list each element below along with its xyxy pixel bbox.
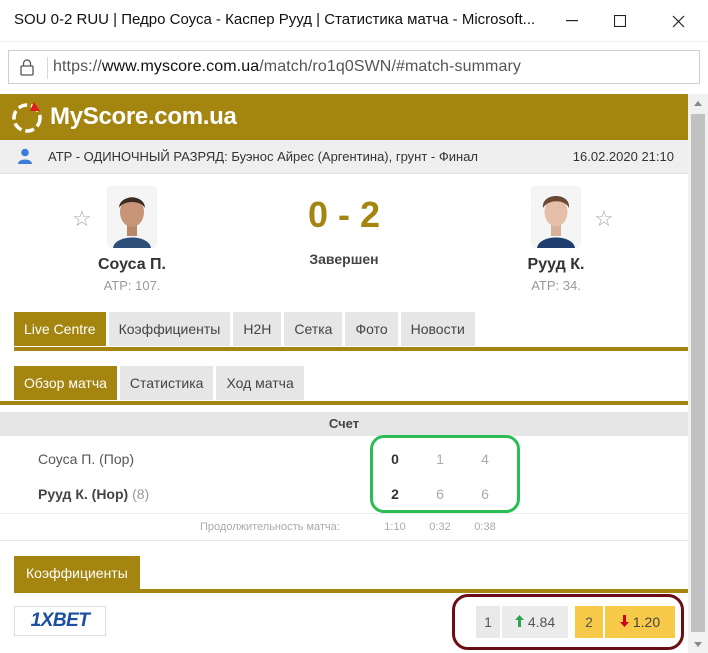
url-text: https://www.myscore.com.ua/match/ro1q0SW… (53, 58, 521, 75)
odds-section-tab[interactable]: Коэффициенты (14, 556, 140, 590)
maximize-button[interactable] (600, 6, 640, 36)
tab-live-centre[interactable]: Live Centre (14, 312, 106, 346)
address-bar: https://www.myscore.com.ua/match/ro1q0SW… (0, 42, 708, 94)
scoreboard-player-name[interactable]: Рууд К. (Нор) (8) (38, 486, 149, 502)
vertical-scrollbar[interactable] (688, 94, 708, 653)
score-highlight-annotation (370, 435, 520, 513)
player-seed: (8) (132, 486, 150, 502)
minimize-icon (566, 20, 578, 22)
tab-match-summary[interactable]: Обзор матча (14, 366, 117, 400)
duration-total: 1:10 (384, 521, 406, 533)
home-player-photo[interactable] (107, 186, 157, 248)
away-player: ☆ Рууд К. ATP: 34. (486, 186, 626, 293)
home-player: ☆ Соуса П. ATP: 107. (62, 186, 202, 293)
scoreboard-header: Счет (0, 412, 688, 436)
home-player-rank: ATP: 107. (103, 278, 161, 293)
scroll-down-icon[interactable] (688, 635, 708, 653)
scoreboard-row: Рууд К. (Нор) (8) 2 6 6 (0, 477, 688, 511)
scoreboard-row: Соуса П. (Пор) 0 1 4 (0, 442, 688, 476)
site-header: MyScore.com.ua (0, 94, 688, 140)
lock-icon (19, 58, 35, 81)
tournament-bar: ATP - ОДИНОЧНЫЙ РАЗРЯД: Буэнос Айрес (Ар… (0, 140, 688, 174)
close-button[interactable] (658, 6, 698, 36)
person-icon (18, 148, 32, 169)
duration-set2: 0:38 (474, 521, 496, 533)
away-player-photo[interactable] (531, 186, 581, 248)
tab-news[interactable]: Новости (400, 312, 475, 346)
duration-set1: 0:32 (429, 521, 451, 533)
minimize-button[interactable] (552, 6, 592, 36)
close-icon (672, 15, 684, 27)
home-player-name[interactable]: Соуса П. (62, 256, 202, 274)
tournament-name[interactable]: ATP - ОДИНОЧНЫЙ РАЗРЯД: Буэнос Айрес (Ар… (48, 149, 478, 164)
tab-h2h[interactable]: H2H (233, 312, 282, 346)
favorite-star-icon[interactable]: ☆ (72, 206, 92, 232)
scoreboard-player-name[interactable]: Соуса П. (Пор) (38, 451, 134, 467)
page-content: MyScore.com.ua ATP - ОДИНОЧНЫЙ РАЗРЯД: Б… (0, 94, 688, 653)
tab-match-history[interactable]: Ход матча (216, 366, 304, 400)
favorite-star-icon[interactable]: ☆ (594, 206, 614, 232)
window-titlebar: SOU 0-2 RUU | Педро Соуса - Каспер Рууд … (0, 0, 708, 42)
match-status: Завершен (309, 251, 379, 267)
tab-odds[interactable]: Коэффициенты (108, 312, 231, 346)
tab-photo[interactable]: Фото (345, 312, 398, 346)
scroll-thumb[interactable] (691, 114, 705, 632)
match-datetime: 16.02.2020 21:10 (572, 149, 674, 164)
url-field[interactable]: https://www.myscore.com.ua/match/ro1q0SW… (8, 50, 700, 84)
window-title: SOU 0-2 RUU | Педро Соуса - Каспер Рууд … (14, 11, 536, 28)
tab-draw[interactable]: Сетка (284, 312, 343, 346)
match-duration-row: Продолжительность матча: 1:10 0:32 0:38 (0, 513, 688, 541)
tab-statistics[interactable]: Статистика (119, 366, 214, 400)
duration-label: Продолжительность матча: (200, 521, 340, 533)
myscore-logo-icon[interactable] (10, 100, 46, 139)
scroll-up-icon[interactable] (688, 94, 708, 112)
match-score: 0 - 2 (307, 194, 381, 235)
site-logo-text[interactable]: MyScore.com.ua (50, 103, 237, 131)
sub-tabs: Обзор матча Статистика Ход матча (14, 366, 307, 402)
maximize-icon (614, 15, 626, 27)
away-player-name[interactable]: Рууд К. (486, 256, 626, 274)
odds-highlight-annotation (452, 594, 684, 650)
main-tabs: Live Centre Коэффициенты H2H Сетка Фото … (14, 312, 478, 348)
bookmaker-logo[interactable]: 1XBET (14, 606, 106, 636)
away-player-rank: ATP: 34. (531, 278, 581, 293)
